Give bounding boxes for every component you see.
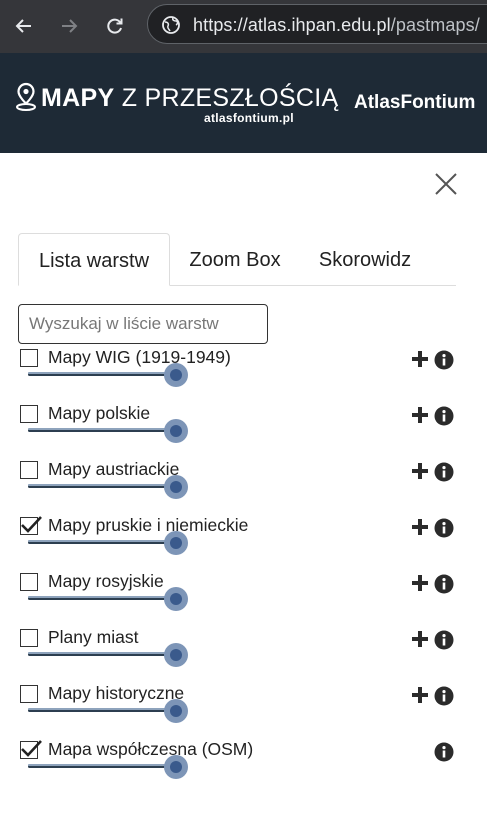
info-icon[interactable] [434,350,454,370]
layer-name: Mapy rosyjskie [48,571,164,591]
plus-icon[interactable] [411,462,429,480]
layer-row: Mapa współczesna (OSM) [0,739,487,797]
site-header: MAPY Z PRZESZŁOŚCIĄ atlasfontium.pl Atla… [0,53,487,153]
tab-layer-list[interactable]: Lista warstw [18,233,170,286]
plus-icon[interactable] [411,406,429,424]
info-icon[interactable] [434,742,454,762]
layer-checkbox[interactable] [20,461,38,479]
layer-name: Mapy polskie [48,403,151,423]
back-arrow-icon[interactable] [11,13,37,39]
layer-row: Mapy pruskie i niemieckie [0,515,487,573]
layer-checkbox[interactable] [20,405,38,423]
close-icon[interactable] [432,170,460,198]
info-icon[interactable] [434,462,454,482]
plus-icon[interactable] [411,350,429,368]
layer-name: Mapy historyczne [48,683,185,703]
plus-icon[interactable] [411,518,429,536]
opacity-slider-thumb[interactable] [164,531,188,555]
layer-name: Mapy WIG (1919-1949) [48,347,231,367]
brand-link[interactable]: AtlasFontium [354,92,475,114]
plus-icon[interactable] [411,630,429,648]
opacity-slider-thumb[interactable] [164,699,188,723]
opacity-slider-track[interactable] [28,484,176,488]
opacity-slider-thumb[interactable] [164,587,188,611]
checkmark-icon [21,516,42,533]
layer-checkbox[interactable] [20,629,38,647]
layer-name: Plany miast [48,627,139,647]
plus-icon[interactable] [411,574,429,592]
opacity-slider-track[interactable] [28,764,176,768]
opacity-slider-thumb[interactable] [164,363,188,387]
opacity-slider-track[interactable] [28,372,176,376]
layer-row: Mapy WIG (1919-1949) [0,347,487,405]
site-settings-icon[interactable] [161,15,181,40]
logo-title[interactable]: MAPY Z PRZESZŁOŚCIĄ [41,84,338,113]
tab-bar: Lista warstw Zoom Box Skorowidz [18,233,456,286]
opacity-slider-thumb[interactable] [164,475,188,499]
info-icon[interactable] [434,630,454,650]
info-icon[interactable] [434,518,454,538]
layer-row: Plany miast [0,627,487,685]
opacity-slider-track[interactable] [28,596,176,600]
layer-checkbox[interactable] [20,349,38,367]
address-bar[interactable]: https://atlas.ihpan.edu.pl/pastmaps/ [147,4,487,44]
layer-row: Mapy rosyjskie [0,571,487,629]
url-text: https://atlas.ihpan.edu.pl/pastmaps/ [193,15,480,35]
opacity-slider-thumb[interactable] [164,643,188,667]
opacity-slider-track[interactable] [28,540,176,544]
layer-checkbox[interactable] [20,685,38,703]
info-icon[interactable] [434,574,454,594]
opacity-slider-track[interactable] [28,708,176,712]
tab-index[interactable]: Skorowidz [310,233,420,285]
plus-icon[interactable] [411,686,429,704]
map-pin-icon [15,82,37,117]
tab-zoom-box[interactable]: Zoom Box [180,233,290,285]
info-icon[interactable] [434,686,454,706]
browser-toolbar: https://atlas.ihpan.edu.pl/pastmaps/ [0,0,487,53]
layer-row: Mapy austriackie [0,459,487,517]
forward-arrow-icon[interactable] [56,13,82,39]
layer-name: Mapy pruskie i niemieckie [48,515,249,535]
logo-subtitle: atlasfontium.pl [204,111,294,125]
checkmark-icon [21,740,42,757]
opacity-slider-track[interactable] [28,428,176,432]
layer-checkbox[interactable] [20,573,38,591]
opacity-slider-track[interactable] [28,652,176,656]
layer-row: Mapy polskie [0,403,487,461]
reload-icon[interactable] [102,13,128,39]
layer-checkbox[interactable] [20,516,42,535]
info-icon[interactable] [434,406,454,426]
layer-name: Mapy austriackie [48,459,180,479]
layer-name: Mapa współczesna (OSM) [48,739,254,759]
opacity-slider-thumb[interactable] [164,419,188,443]
layer-search-input[interactable] [18,304,268,344]
opacity-slider-thumb[interactable] [164,755,188,779]
layer-checkbox[interactable] [20,740,42,759]
layer-row: Mapy historyczne [0,683,487,741]
